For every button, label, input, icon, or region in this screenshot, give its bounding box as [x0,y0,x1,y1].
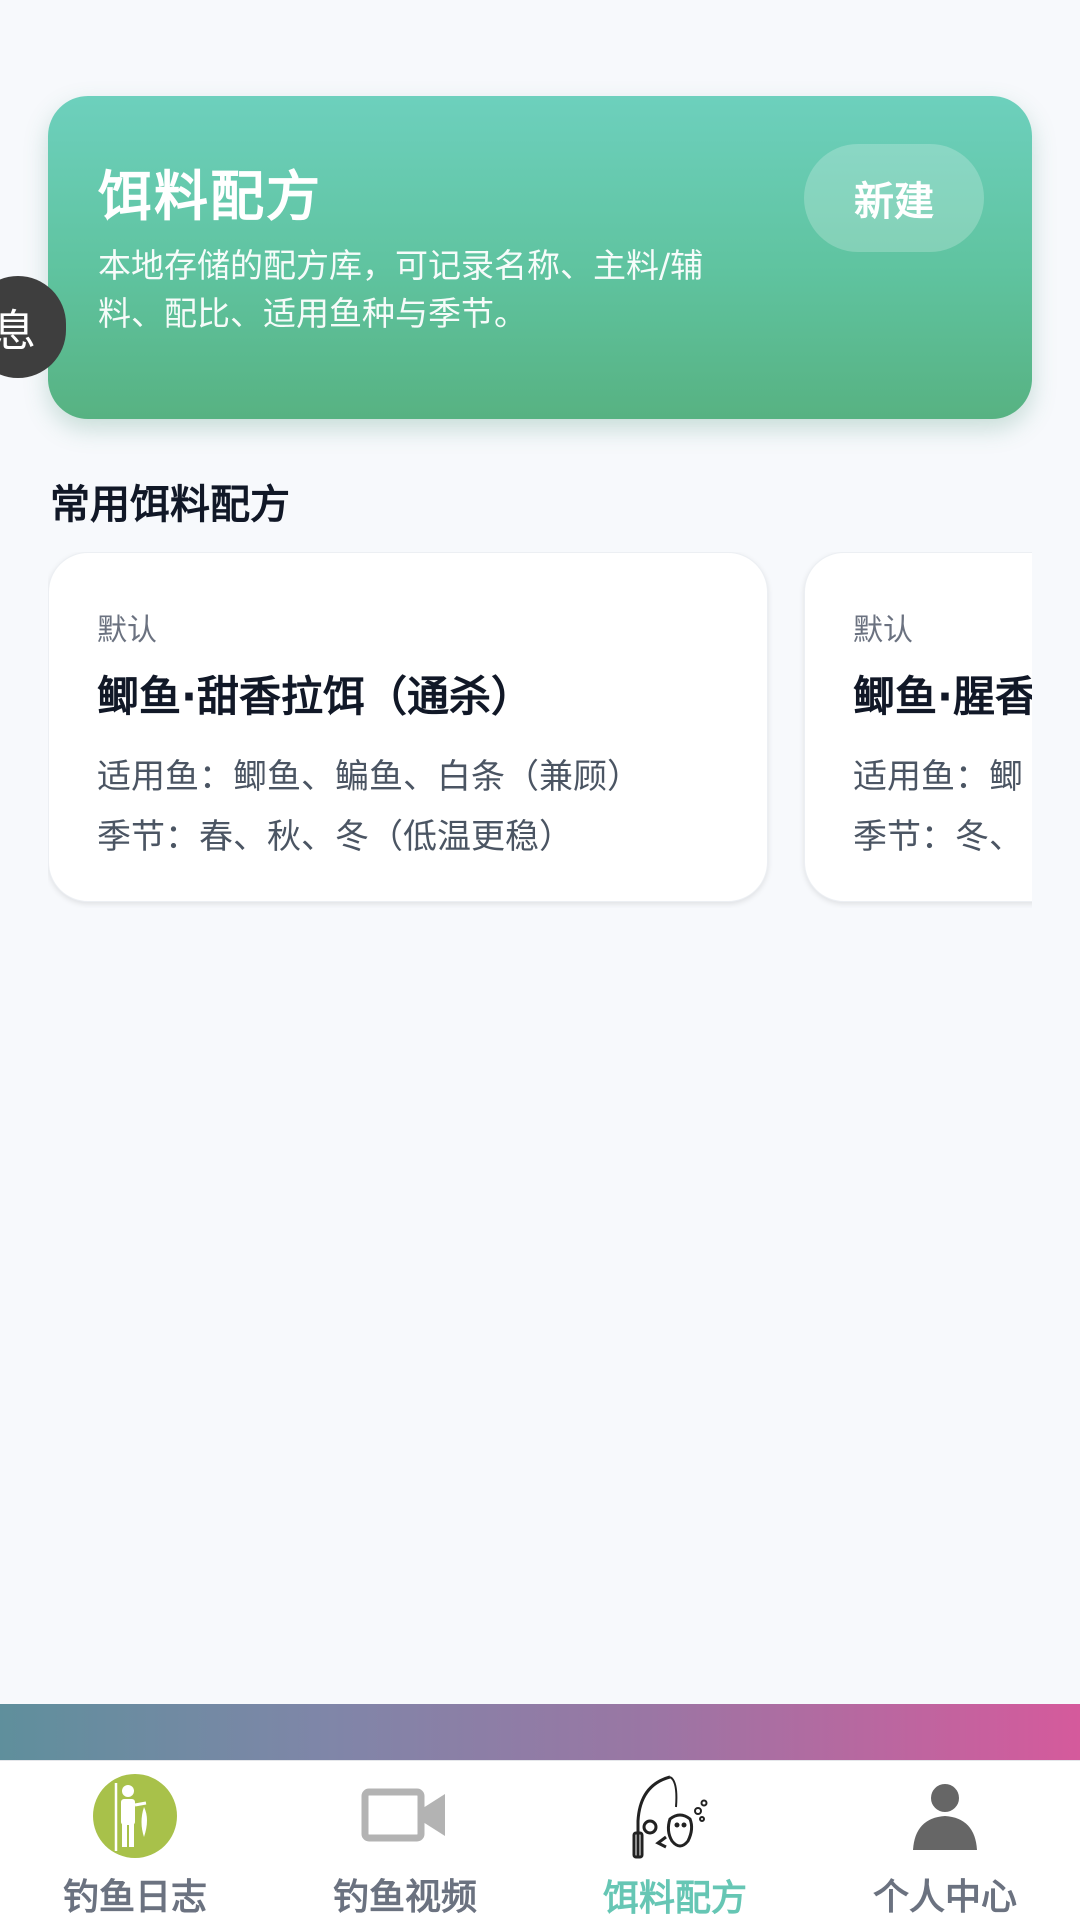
page: 饵料配方 本地存储的配方库，可记录名称、主料/辅料、配比、适用鱼种与季节。 新建… [0,0,1080,1920]
tab-label: 钓鱼视频 [332,1877,477,1918]
recipe-card[interactable]: 默认 鲫鱼·腥香 适用鱼：鲫 季节：冬、 [804,552,1032,902]
recipe-season: 季节：冬、 [853,817,1023,857]
recipe-tag: 默认 [853,613,913,648]
floating-message-label: 息 [0,306,36,357]
page-title: 饵料配方 [98,165,322,228]
tab-profile[interactable]: 个人中心 [810,1761,1080,1920]
section-title: 常用饵料配方 [50,482,290,528]
recipe-tag: 默认 [97,613,157,648]
recipe-name: 鲫鱼·腥香 [853,672,1032,721]
recipe-card[interactable]: 默认 鲫鱼·甜香拉饵（通杀） 适用鱼：鲫鱼、鳊鱼、白条（兼顾） 季节：春、秋、冬… [48,552,768,902]
fisherman-icon [90,1771,180,1860]
recipe-season: 季节：春、秋、冬（低温更稳） [97,817,573,857]
bottom-tab-bar: 钓鱼日志 钓鱼视频 饵料配方 个人中心 [0,1760,1080,1920]
fishing-rod-icon [630,1771,720,1861]
new-recipe-button[interactable]: 新建 [804,144,984,252]
tab-fishing-video[interactable]: 钓鱼视频 [270,1761,540,1920]
recipe-fish: 适用鱼：鲫 [853,757,1023,797]
header-card: 饵料配方 本地存储的配方库，可记录名称、主料/辅料、配比、适用鱼种与季节。 新建 [48,96,1032,419]
decorative-gradient-strip [0,1704,1080,1760]
recipe-carousel[interactable]: 默认 鲫鱼·甜香拉饵（通杀） 适用鱼：鲫鱼、鳊鱼、白条（兼顾） 季节：春、秋、冬… [48,552,1032,908]
tab-fishing-log[interactable]: 钓鱼日志 [0,1761,270,1920]
tab-label: 个人中心 [872,1877,1017,1918]
recipe-fish: 适用鱼：鲫鱼、鳊鱼、白条（兼顾） [97,757,641,797]
video-camera-icon [360,1771,450,1860]
tab-label: 饵料配方 [602,1878,747,1919]
tab-bait-recipe[interactable]: 饵料配方 [540,1761,810,1920]
tab-label: 钓鱼日志 [62,1877,207,1918]
recipe-name: 鲫鱼·甜香拉饵（通杀） [97,672,533,721]
page-description: 本地存储的配方库，可记录名称、主料/辅料、配比、适用鱼种与季节。 [98,246,704,333]
user-icon [900,1771,990,1860]
